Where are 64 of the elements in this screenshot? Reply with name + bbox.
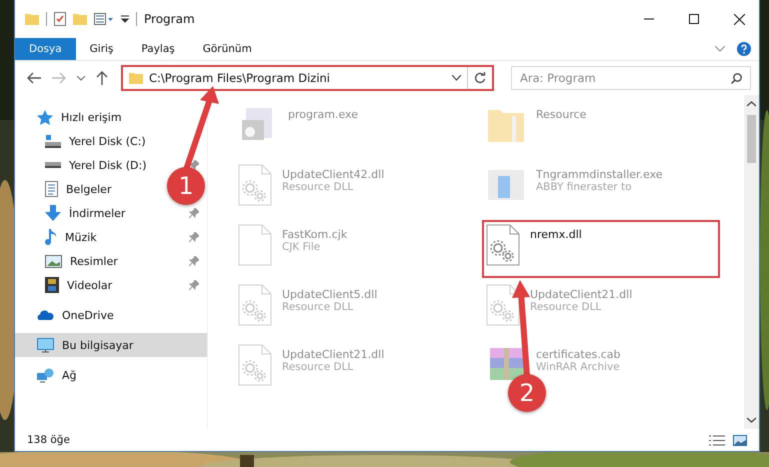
window-title: Program: [144, 12, 195, 26]
item-count: 138 öğe: [27, 434, 70, 446]
pin-icon[interactable]: [189, 208, 199, 218]
sidebar-item[interactable]: Yerel Disk (D:): [15, 153, 147, 177]
sidebar-item[interactable]: Müzik: [15, 225, 97, 249]
computer-icon: [37, 338, 54, 352]
pin-icon[interactable]: [189, 256, 199, 266]
scroll-down-icon[interactable]: [747, 417, 756, 423]
ribbon-tab[interactable]: Görünüm: [188, 38, 266, 60]
sidebar-item[interactable]: İndirmeler: [15, 201, 126, 225]
help-icon[interactable]: [737, 42, 751, 56]
search-icon: [731, 73, 742, 84]
sidebar-item[interactable]: Bu bilgisayar: [15, 333, 207, 357]
close-icon[interactable]: [734, 14, 745, 24]
pin-icon[interactable]: [189, 160, 199, 170]
up-icon[interactable]: [96, 71, 108, 85]
folder-icon: [129, 72, 143, 84]
properties-icon[interactable]: [94, 13, 114, 25]
sidebar-item[interactable]: Ağ: [15, 363, 207, 387]
pin-icon[interactable]: [189, 280, 199, 290]
scroll-up-icon[interactable]: [747, 101, 756, 107]
pin-icon[interactable]: [189, 232, 199, 242]
download-icon: [45, 205, 61, 221]
search-field[interactable]: Ara: Program: [511, 66, 751, 90]
details-view-icon[interactable]: [709, 434, 725, 446]
scrollbar[interactable]: [744, 95, 759, 429]
sidebar-item[interactable]: Resimler: [15, 249, 118, 273]
ribbon-tab[interactable]: Giriş: [76, 38, 128, 60]
file-type: Resource DLL: [282, 181, 354, 193]
file-type: Resource DLL: [282, 301, 354, 313]
address-field[interactable]: C:\Program Files\Program Dizini: [123, 67, 468, 89]
file-type: WinRAR Archive: [536, 361, 621, 373]
file-type: Resource DLL: [282, 361, 354, 373]
drive-icon: [45, 162, 61, 168]
caret-icon[interactable]: [452, 75, 461, 81]
refresh-icon[interactable]: [474, 72, 486, 84]
maximize-icon[interactable]: [689, 14, 699, 24]
film-icon: [45, 277, 59, 293]
drive-icon: [45, 134, 61, 148]
dropdown-icon[interactable]: [121, 15, 129, 23]
sidebar-item[interactable]: Videolar: [15, 273, 112, 297]
cloud-icon: [37, 310, 54, 320]
caret-icon[interactable]: [77, 76, 85, 80]
sidebar-item[interactable]: OneDrive: [15, 303, 207, 327]
chevron-icon[interactable]: [715, 46, 725, 52]
scrollbar-thumb[interactable]: [747, 115, 756, 163]
file-type: ABBY fineraster to: [536, 181, 632, 193]
network-icon: [37, 368, 54, 382]
file-type: CJK File: [282, 241, 322, 253]
sidebar-item[interactable]: Belgeler: [15, 177, 112, 201]
back-icon[interactable]: [27, 72, 41, 84]
sidebar-item[interactable]: Yerel Disk (C:): [15, 129, 146, 153]
ribbon-tab[interactable]: Paylaş: [127, 38, 189, 60]
file-icon[interactable]: [486, 224, 520, 266]
document-icon: [45, 181, 58, 197]
checklist-icon[interactable]: [54, 12, 66, 26]
music-note-icon: [45, 229, 57, 245]
file-name[interactable]: nremx.dll: [530, 228, 582, 241]
large-icons-view-icon[interactable]: [733, 434, 747, 446]
sidebar-item[interactable]: Hızlı erişim: [15, 105, 207, 129]
star-icon: [37, 110, 53, 124]
ribbon-tab[interactable]: Dosya: [15, 38, 76, 60]
picture-icon: [45, 254, 62, 268]
file-type: Resource DLL: [530, 301, 602, 313]
